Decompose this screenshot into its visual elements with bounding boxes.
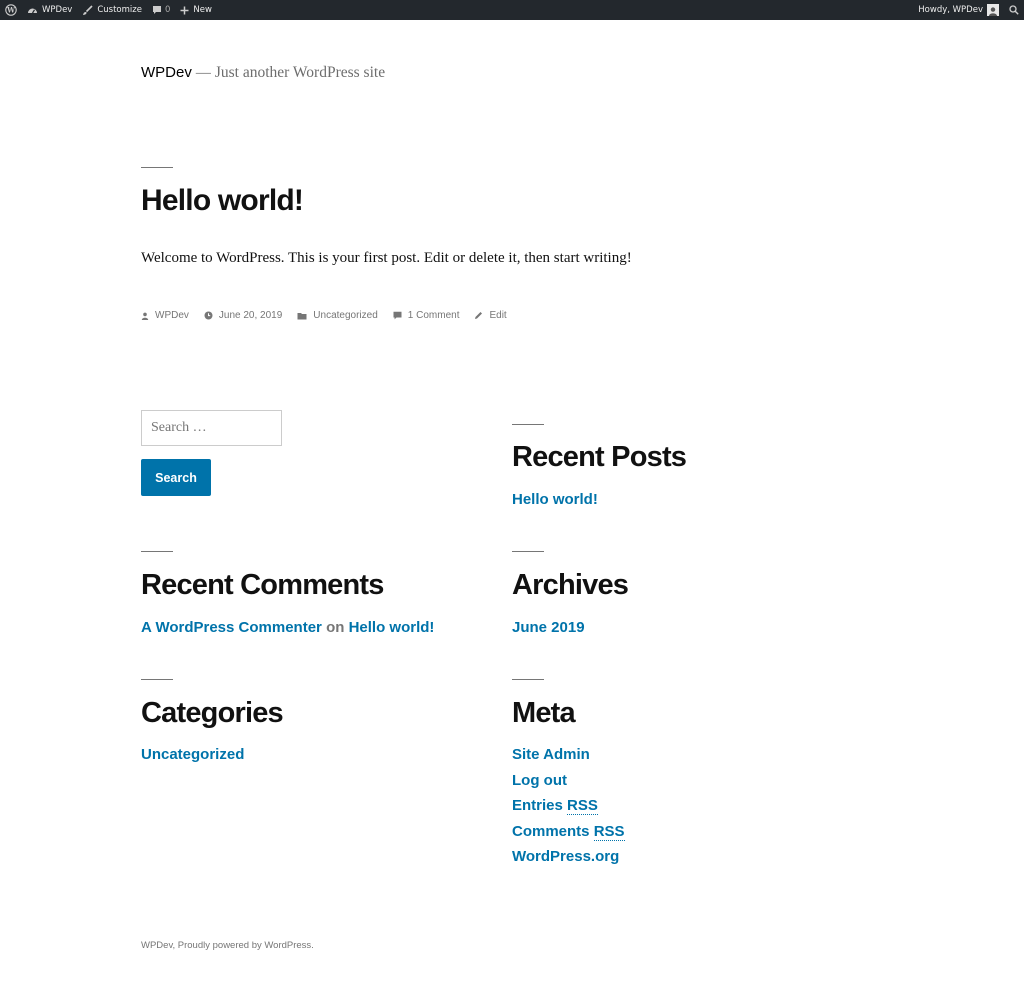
meta-divider [512, 679, 544, 680]
entries-label: Entries [512, 797, 568, 814]
log-out-link[interactable]: Log out [512, 772, 567, 789]
howdy-greeting: Howdy, WPDev [918, 5, 983, 15]
comments-label: Comments [512, 823, 594, 840]
search-button[interactable]: Search [141, 459, 211, 496]
customize-label: Customize [97, 5, 142, 15]
post-meta: WPDev June 20, 2019 Uncategorized 1 Comm… [141, 310, 522, 321]
rss-abbr: RSS [567, 797, 598, 815]
admin-bar-right: Howdy, WPDev [913, 0, 1024, 20]
dashboard-icon [28, 8, 37, 14]
wordpress-org-link[interactable]: WordPress.org [512, 848, 619, 865]
site-title-separator: — [195, 65, 211, 81]
wordpress-logo-icon[interactable]: W [0, 0, 22, 20]
site-title[interactable]: WPDev [141, 64, 192, 81]
admin-bar-new[interactable]: New [175, 0, 217, 20]
person-icon [141, 312, 149, 320]
admin-bar-search[interactable] [1004, 0, 1024, 20]
site-branding: WPDev — Just another WordPress site [141, 64, 385, 82]
archive-link[interactable]: June 2019 [512, 619, 585, 636]
site-footer: WPDev, Proudly powered by WordPress. [141, 940, 314, 951]
folder-icon [297, 312, 307, 319]
post-date: June 20, 2019 [204, 310, 282, 321]
post-comments-link[interactable]: 1 Comment [408, 310, 460, 321]
post-edit-link[interactable]: Edit [489, 310, 506, 321]
pencil-icon [475, 312, 483, 319]
rss-abbr: RSS [593, 823, 625, 841]
admin-bar-site-name[interactable]: WPDev [22, 0, 77, 20]
post-comments: 1 Comment [393, 310, 460, 321]
site-admin-link[interactable]: Site Admin [512, 746, 590, 763]
recent-posts-title: Recent Posts [512, 441, 687, 473]
comment-icon [393, 311, 402, 320]
post-title[interactable]: Hello world! [141, 184, 304, 218]
recent-comment-item: A WordPress Commenter on Hello world! [141, 619, 434, 636]
recent-posts-divider [512, 424, 544, 425]
comment-bubble-icon [152, 6, 161, 14]
post-category-link[interactable]: Uncategorized [313, 310, 377, 321]
recent-comments-divider [141, 551, 173, 552]
search-input[interactable]: Search … [141, 410, 282, 446]
comments-rss-link[interactable]: Comments RSS [512, 823, 625, 841]
post-edit: Edit [474, 310, 507, 321]
admin-bar-left: W WPDev Customize 0 New [0, 0, 217, 20]
archives-title: Archives [512, 569, 629, 601]
paintbrush-icon [83, 4, 93, 15]
comments-count: 0 [164, 5, 171, 15]
new-label: New [193, 5, 212, 15]
avatar [987, 4, 999, 16]
admin-bar-comments[interactable]: 0 [147, 0, 175, 20]
admin-bar-customize[interactable]: Customize [77, 0, 147, 20]
recent-post-link[interactable]: Hello world! [512, 491, 598, 508]
comment-post-link[interactable]: Hello world! [349, 619, 435, 636]
svg-text:W: W [6, 6, 15, 15]
admin-bar: W WPDev Customize 0 New Howdy, WPDev [0, 0, 1024, 20]
plus-icon [180, 6, 189, 14]
clock-icon [204, 311, 213, 320]
post-author-link[interactable]: WPDev [155, 310, 189, 321]
archives-divider [512, 551, 544, 552]
post-date-link[interactable]: June 20, 2019 [219, 310, 282, 321]
categories-title: Categories [141, 697, 284, 729]
meta-title: Meta [512, 697, 576, 729]
comment-author-link[interactable]: A WordPress Commenter [141, 619, 322, 636]
comment-on-text: on [326, 619, 345, 636]
post-content: Welcome to WordPress. This is your first… [141, 250, 632, 266]
site-name-label: WPDev [42, 5, 73, 15]
admin-bar-account[interactable]: Howdy, WPDev [913, 0, 1004, 20]
post-category: Uncategorized [297, 310, 378, 321]
categories-divider [141, 679, 173, 680]
post-title-divider [141, 167, 173, 168]
entries-rss-link[interactable]: Entries RSS [512, 797, 598, 815]
post-author: WPDev [141, 310, 189, 321]
recent-comments-title: Recent Comments [141, 569, 384, 601]
site-description: Just another WordPress site [214, 64, 386, 81]
category-link[interactable]: Uncategorized [141, 746, 244, 763]
search-icon [1009, 5, 1019, 15]
